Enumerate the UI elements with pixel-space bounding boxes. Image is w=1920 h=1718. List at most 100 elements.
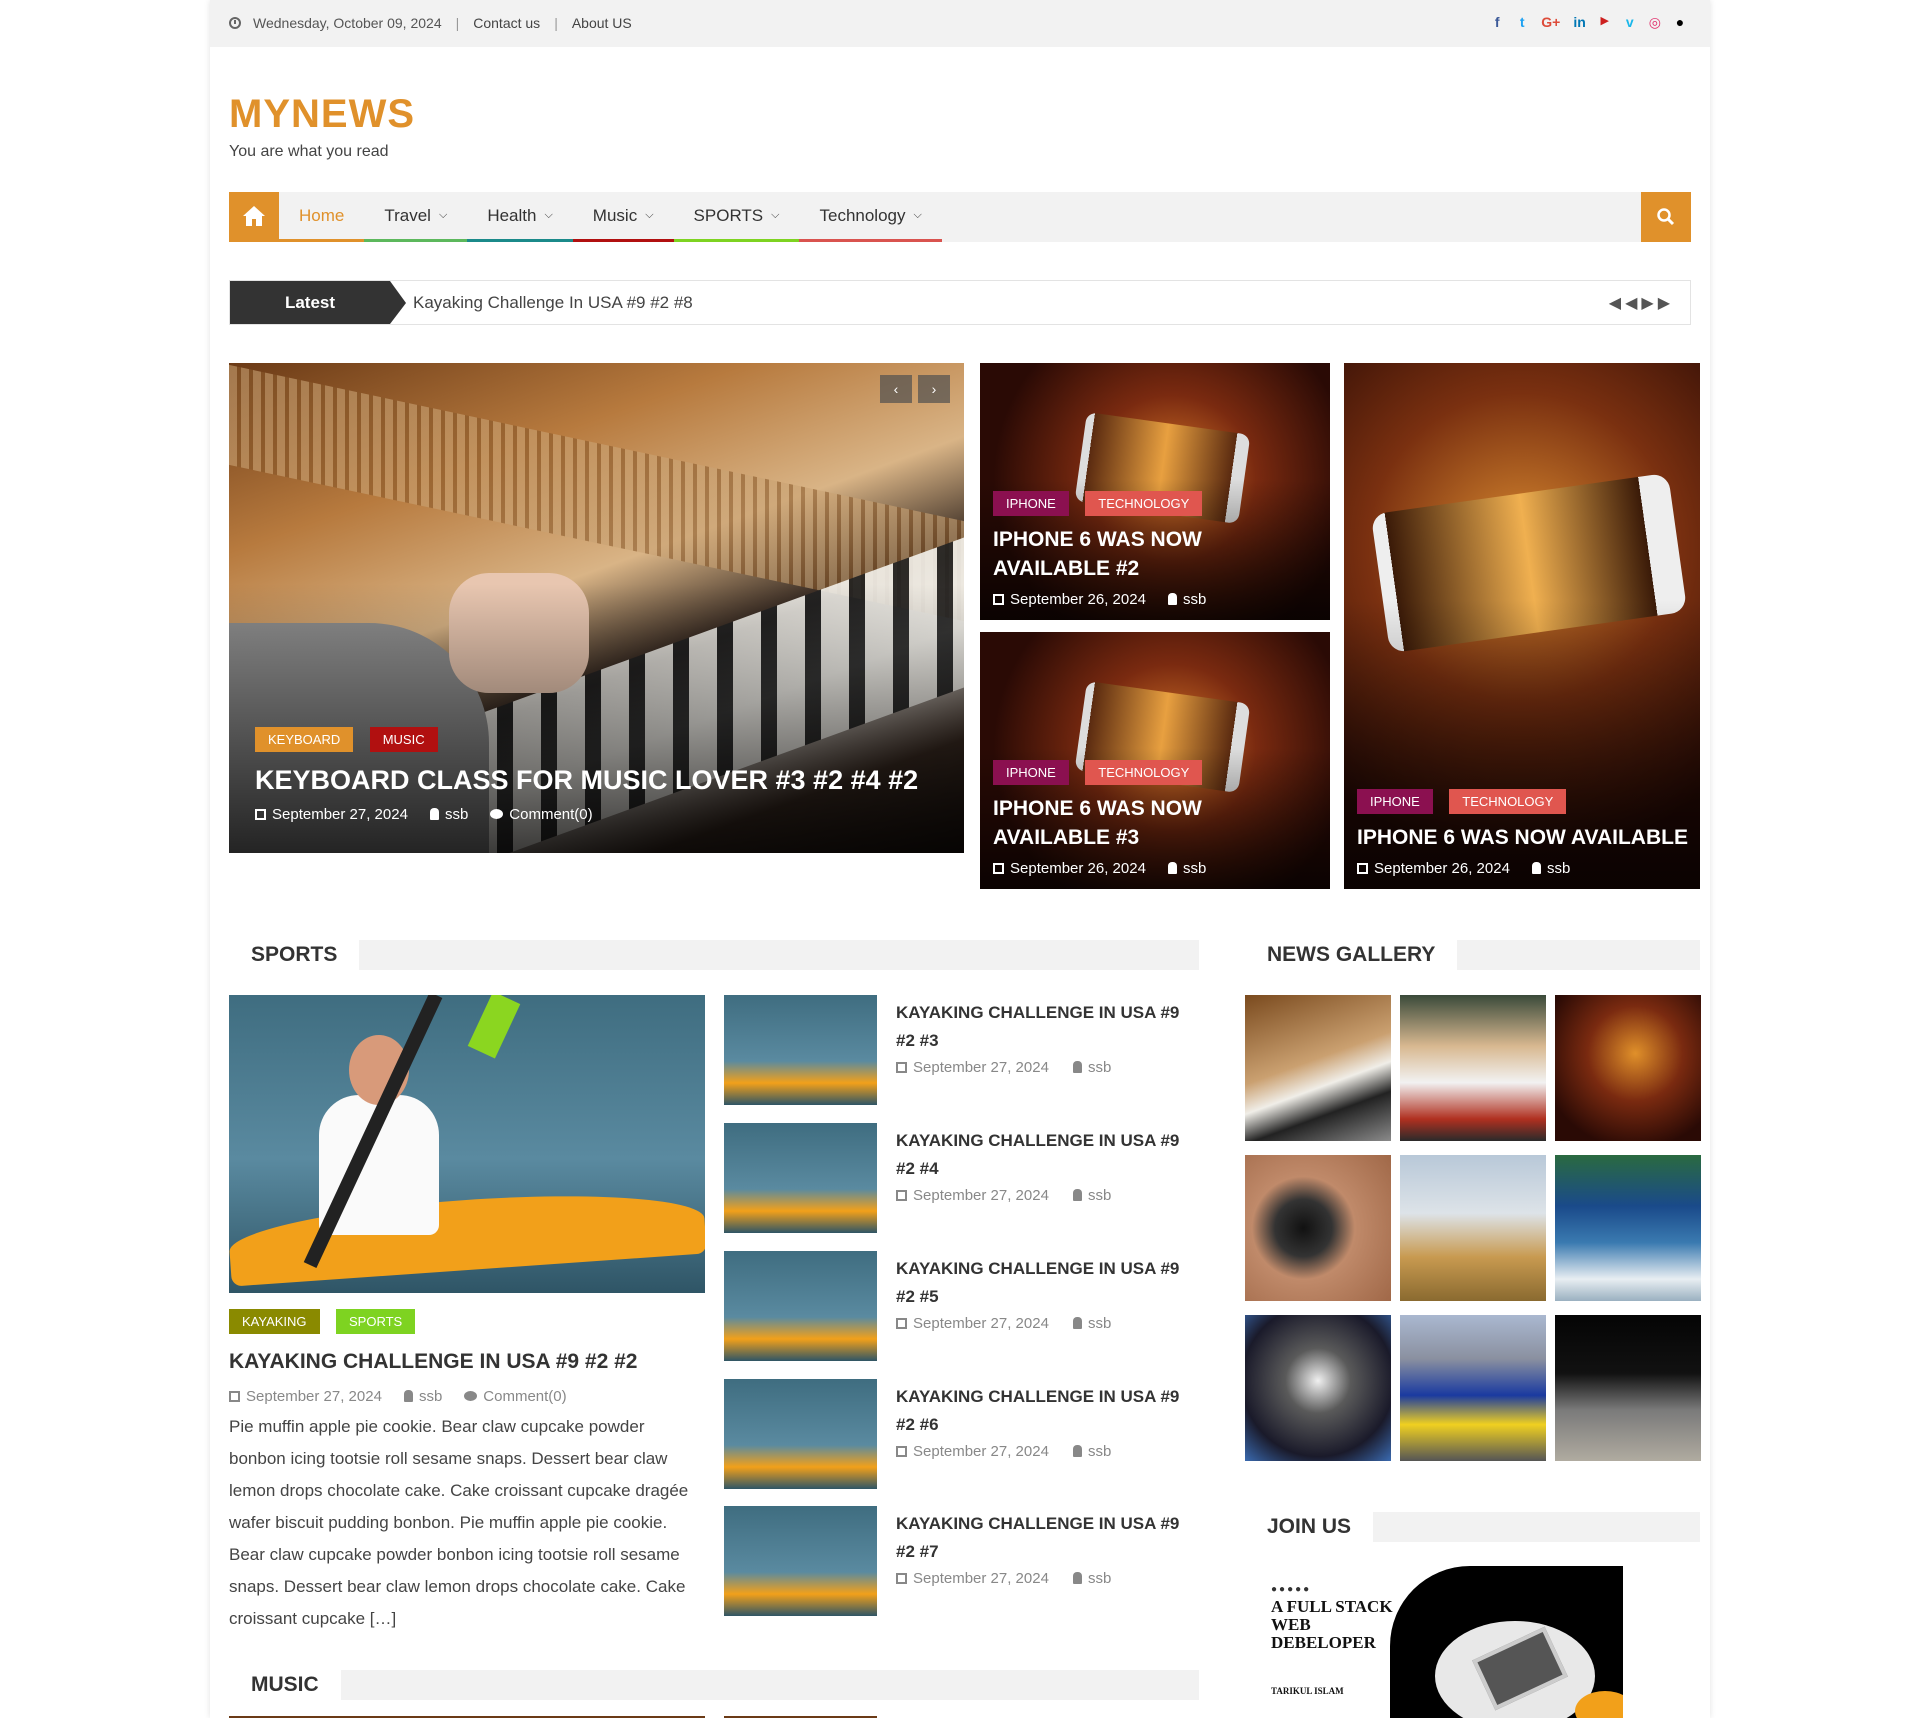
nav-item-home[interactable]: Home bbox=[279, 192, 365, 242]
kayaking-image[interactable] bbox=[229, 995, 705, 1293]
gallery-image-iphone[interactable] bbox=[1555, 995, 1701, 1141]
kayaking-thumbnail[interactable] bbox=[724, 1379, 877, 1489]
ticker-label: Latest bbox=[230, 281, 390, 324]
site-branding: MYNEWS You are what you read bbox=[229, 92, 415, 161]
featured-main-post[interactable]: ‹ › KEYBOARD MUSIC KEYBOARD CLASS FOR MU… bbox=[229, 363, 964, 853]
nav-item-music[interactable]: Music ⌵ bbox=[572, 192, 674, 242]
featured-side-post[interactable]: IPHONE TECHNOLOGY IPHONE 6 WAS NOW AVAIL… bbox=[980, 363, 1330, 620]
post-author[interactable]: ssb bbox=[1088, 1570, 1111, 1587]
post-title[interactable]: KAYAKING CHALLENGE IN USA #9 #2 #7 bbox=[896, 1510, 1196, 1566]
calendar-icon bbox=[1357, 863, 1368, 874]
user-icon bbox=[1167, 862, 1177, 874]
post-author[interactable]: ssb bbox=[419, 1388, 442, 1405]
gallery-image-race-car[interactable] bbox=[1400, 1315, 1546, 1461]
site-title[interactable]: MYNEWS bbox=[229, 92, 415, 137]
ticker-headline[interactable]: Kayaking Challenge In USA #9 #2 #8 bbox=[413, 293, 693, 313]
post-author[interactable]: ssb bbox=[445, 806, 468, 823]
user-icon bbox=[1072, 1061, 1082, 1073]
contact-us-link[interactable]: Contact us bbox=[473, 15, 540, 31]
category-badge-technology[interactable]: TECHNOLOGY bbox=[1085, 760, 1203, 786]
gallery-image-photographer[interactable] bbox=[1245, 1155, 1391, 1301]
category-badge-iphone[interactable]: IPHONE bbox=[993, 491, 1069, 517]
featured-side-title[interactable]: IPHONE 6 WAS NOW AVAILABLE #3 bbox=[993, 795, 1320, 852]
post-author[interactable]: ssb bbox=[1547, 860, 1570, 877]
facebook-icon[interactable]: f bbox=[1491, 14, 1503, 31]
google-plus-icon[interactable]: G+ bbox=[1541, 14, 1560, 31]
post-date: September 26, 2024 bbox=[1010, 591, 1146, 608]
vimeo-icon[interactable]: v bbox=[1624, 14, 1636, 31]
slider-next-icon[interactable]: › bbox=[918, 375, 950, 403]
featured-main-title[interactable]: KEYBOARD CLASS FOR MUSIC LOVER #3 #2 #4 … bbox=[255, 762, 954, 798]
featured-side-post[interactable]: IPHONE TECHNOLOGY IPHONE 6 WAS NOW AVAIL… bbox=[980, 632, 1330, 889]
ticker-prev-icon[interactable]: ◀◀ bbox=[1609, 295, 1642, 312]
category-badge-technology[interactable]: TECHNOLOGY bbox=[1085, 491, 1203, 517]
category-badge-iphone[interactable]: IPHONE bbox=[1357, 788, 1433, 814]
post-date: September 27, 2024 bbox=[246, 1388, 382, 1405]
kayaking-thumbnail[interactable] bbox=[724, 1123, 877, 1233]
post-author[interactable]: ssb bbox=[1088, 1315, 1111, 1332]
section-title: JOIN US bbox=[1245, 1512, 1374, 1542]
kayaking-thumbnail[interactable] bbox=[724, 995, 877, 1105]
post-comments[interactable]: Comment(0) bbox=[483, 1388, 566, 1405]
user-icon bbox=[1072, 1445, 1082, 1457]
nav-item-sports[interactable]: SPORTS ⌵ bbox=[673, 192, 800, 242]
ad-line: A FULL STACK bbox=[1271, 1597, 1393, 1616]
nav-item-health[interactable]: Health ⌵ bbox=[467, 192, 573, 242]
nav-item-travel[interactable]: Travel ⌵ bbox=[364, 192, 468, 242]
home-button[interactable] bbox=[229, 192, 279, 242]
kayaking-thumbnail[interactable] bbox=[724, 1506, 877, 1616]
section-header-music: MUSIC bbox=[229, 1670, 1199, 1700]
category-badge-kayaking[interactable]: KAYAKING bbox=[229, 1309, 320, 1334]
list-item: KAYAKING CHALLENGE IN USA #9 #2 #4 Septe… bbox=[724, 1123, 1200, 1233]
gallery-image-motocross[interactable] bbox=[1400, 1155, 1546, 1301]
home-icon bbox=[243, 206, 265, 226]
gallery-image-jetski[interactable] bbox=[1555, 1155, 1701, 1301]
post-title[interactable]: KAYAKING CHALLENGE IN USA #9 #2 #4 bbox=[896, 1127, 1196, 1183]
category-badge-technology[interactable]: TECHNOLOGY bbox=[1449, 788, 1567, 814]
post-title[interactable]: KAYAKING CHALLENGE IN USA #9 #2 #6 bbox=[896, 1383, 1196, 1439]
featured-side-title[interactable]: IPHONE 6 WAS NOW AVAILABLE bbox=[1357, 824, 1690, 852]
post-comments[interactable]: Comment(0) bbox=[509, 806, 592, 823]
featured-side-post[interactable]: IPHONE TECHNOLOGY IPHONE 6 WAS NOW AVAIL… bbox=[1344, 363, 1700, 889]
search-button[interactable] bbox=[1641, 192, 1691, 242]
category-badge-sports[interactable]: SPORTS bbox=[336, 1309, 416, 1334]
section-title: NEWS GALLERY bbox=[1245, 940, 1458, 970]
section-header-sports: SPORTS bbox=[229, 940, 1199, 970]
page-container: Wednesday, October 09, 2024 | Contact us… bbox=[210, 0, 1710, 1718]
twitter-icon[interactable]: t bbox=[1516, 14, 1528, 31]
ad-author: TARIKUL ISLAM bbox=[1271, 1686, 1344, 1696]
nav-item-technology[interactable]: Technology ⌵ bbox=[799, 192, 942, 242]
slider-controls: ‹ › bbox=[880, 375, 950, 403]
section-header-gallery: NEWS GALLERY bbox=[1245, 940, 1700, 970]
linkedin-icon[interactable]: in bbox=[1573, 14, 1585, 31]
instagram-icon[interactable]: ◎ bbox=[1649, 14, 1661, 31]
ad-line: WEB bbox=[1271, 1615, 1311, 1634]
about-us-link[interactable]: About US bbox=[572, 15, 632, 31]
slider-prev-icon[interactable]: ‹ bbox=[880, 375, 912, 403]
tripadvisor-icon[interactable]: ● bbox=[1674, 14, 1686, 31]
post-title[interactable]: KAYAKING CHALLENGE IN USA #9 #2 #2 bbox=[229, 1350, 705, 1374]
featured-side-title[interactable]: IPHONE 6 WAS NOW AVAILABLE #2 bbox=[993, 526, 1320, 583]
post-author[interactable]: ssb bbox=[1088, 1059, 1111, 1076]
join-us-ad[interactable]: ●●●●● A FULL STACK WEB DEBELOPER TARIKUL… bbox=[1265, 1566, 1623, 1718]
sports-main-post: KAYAKING SPORTS KAYAKING CHALLENGE IN US… bbox=[229, 995, 705, 1635]
gallery-image-guitar-girl[interactable] bbox=[1400, 995, 1546, 1141]
category-badge-iphone[interactable]: IPHONE bbox=[993, 760, 1069, 786]
user-icon bbox=[1072, 1572, 1082, 1584]
youtube-icon[interactable]: ▶ bbox=[1599, 14, 1611, 31]
gallery-image-piano[interactable] bbox=[1245, 995, 1391, 1141]
post-author[interactable]: ssb bbox=[1183, 860, 1206, 877]
post-author[interactable]: ssb bbox=[1088, 1187, 1111, 1204]
category-badge-keyboard[interactable]: KEYBOARD bbox=[255, 726, 354, 752]
post-title[interactable]: KAYAKING CHALLENGE IN USA #9 #2 #5 bbox=[896, 1255, 1196, 1311]
category-badge-music[interactable]: MUSIC bbox=[369, 726, 438, 752]
post-date: September 27, 2024 bbox=[913, 1315, 1049, 1332]
gallery-image-basketball[interactable] bbox=[1245, 1315, 1391, 1461]
kayaking-thumbnail[interactable] bbox=[724, 1251, 877, 1361]
post-author[interactable]: ssb bbox=[1183, 591, 1206, 608]
post-date: September 26, 2024 bbox=[1374, 860, 1510, 877]
ticker-next-icon[interactable]: ▶▶ bbox=[1641, 295, 1674, 312]
post-title[interactable]: KAYAKING CHALLENGE IN USA #9 #2 #3 bbox=[896, 999, 1196, 1055]
gallery-image-moon-landing[interactable] bbox=[1555, 1315, 1701, 1461]
post-author[interactable]: ssb bbox=[1088, 1443, 1111, 1460]
